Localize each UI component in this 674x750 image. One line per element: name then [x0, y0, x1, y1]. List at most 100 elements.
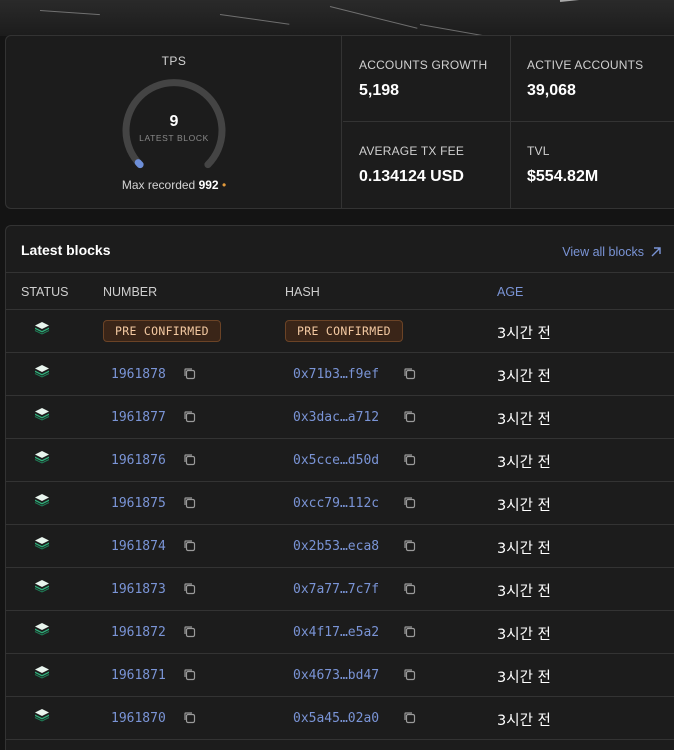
block-hash-link[interactable]: 0x5cce…d50d: [293, 453, 379, 468]
metric-tvl: TVL $554.82M: [511, 122, 674, 208]
block-hash-link[interactable]: 0x7a77…7c7f: [293, 582, 379, 597]
metric-value: 0.134124 USD: [359, 168, 464, 185]
block-hash-link[interactable]: 0xcc79…112c: [293, 496, 379, 511]
status-layers-stack-icon: [34, 665, 50, 684]
copy-hash-icon[interactable]: [403, 367, 416, 385]
block-hash-link[interactable]: 0x3dac…a712: [293, 410, 379, 425]
metric-label: ACCOUNTS GROWTH: [359, 58, 488, 72]
block-age: 3시간 전: [497, 498, 551, 514]
metric-label: TVL: [527, 144, 550, 158]
block-number-link[interactable]: 1961873: [111, 582, 166, 597]
table-row: 1961875 0xcc79…112c 3시간 전: [6, 482, 674, 525]
column-age-toggle[interactable]: AGE: [497, 285, 523, 299]
metric-accounts-growth: ACCOUNTS GROWTH 5,198: [343, 36, 511, 122]
copy-number-icon[interactable]: [183, 582, 196, 600]
metric-label: AVERAGE TX FEE: [359, 144, 465, 158]
table-row: 1961872 0x4f17…e5a2 3시간 전: [6, 611, 674, 654]
block-age: 3시간 전: [497, 627, 551, 643]
metric-active-accounts: ACTIVE ACCOUNTS 39,068: [511, 36, 674, 122]
copy-number-icon[interactable]: [183, 625, 196, 643]
table-row: 1961871 0x4673…bd47 3시간 전: [6, 654, 674, 697]
block-age: 3시간 전: [497, 412, 551, 428]
metric-value: 39,068: [527, 82, 576, 99]
max-recorded-label: Max recorded: [121, 178, 196, 192]
table-row: 1961877 0x3dac…a712 3시간 전: [6, 396, 674, 439]
view-all-blocks-label: View all blocks: [562, 245, 644, 259]
block-hash-link[interactable]: 0x4f17…e5a2: [293, 625, 379, 640]
status-layers-stack-icon: [34, 579, 50, 598]
copy-number-icon[interactable]: [183, 539, 196, 557]
copy-number-icon[interactable]: [183, 668, 196, 686]
copy-number-icon[interactable]: [183, 410, 196, 428]
pre-confirmed-badge: PRE CONFIRMED: [285, 320, 403, 342]
status-layers-stack-icon: [34, 708, 50, 727]
metric-value: $554.82M: [527, 168, 599, 185]
copy-hash-icon[interactable]: [403, 668, 416, 686]
status-layers-stack-icon: [34, 321, 50, 340]
block-age: 3시간 전: [497, 455, 551, 471]
block-number-link[interactable]: 1961877: [111, 410, 166, 425]
copy-hash-icon[interactable]: [403, 625, 416, 643]
status-layers-stack-icon: [34, 493, 50, 512]
block-hash-link[interactable]: 0x71b3…f9ef: [293, 367, 379, 382]
metric-label: ACTIVE ACCOUNTS: [527, 58, 644, 72]
status-layers-stack-icon: [34, 364, 50, 383]
block-age: 3시간 전: [497, 670, 551, 686]
pre-confirmed-badge: PRE CONFIRMED: [103, 320, 221, 342]
block-age: 3시간 전: [497, 326, 551, 342]
arrow-up-right-icon: [651, 247, 661, 257]
latest-blocks-title: Latest blocks: [21, 242, 111, 258]
copy-number-icon[interactable]: [183, 711, 196, 729]
block-number-link[interactable]: 1961876: [111, 453, 166, 468]
network-stats-panel: TPS 9 LATEST BLOCK Max recorded 992 • AC…: [5, 35, 674, 209]
block-number-link[interactable]: 1961870: [111, 711, 166, 726]
block-age: 3시간 전: [497, 584, 551, 600]
status-layers-stack-icon: [34, 407, 50, 426]
table-row: 1961878 0x71b3…f9ef 3시간 전: [6, 353, 674, 396]
copy-hash-icon[interactable]: [403, 496, 416, 514]
block-hash-link[interactable]: 0x4673…bd47: [293, 668, 379, 683]
tps-card: TPS 9 LATEST BLOCK Max recorded 992 •: [6, 36, 342, 208]
status-layers-stack-icon: [34, 536, 50, 555]
copy-hash-icon[interactable]: [403, 539, 416, 557]
copy-number-icon[interactable]: [183, 496, 196, 514]
block-age: 3시간 전: [497, 713, 551, 729]
copy-hash-icon[interactable]: [403, 711, 416, 729]
copy-number-icon[interactable]: [183, 453, 196, 471]
block-hash-link[interactable]: 0x5a45…02a0: [293, 711, 379, 726]
status-layers-stack-icon: [34, 622, 50, 641]
copy-number-icon[interactable]: [183, 367, 196, 385]
max-recorded-dot-icon: •: [221, 178, 227, 192]
tps-value: 9: [169, 113, 179, 130]
column-status: STATUS: [21, 285, 69, 299]
copy-hash-icon[interactable]: [403, 453, 416, 471]
block-hash-link[interactable]: 0x2b53…eca8: [293, 539, 379, 554]
table-row: 1961874 0x2b53…eca8 3시간 전: [6, 525, 674, 568]
block-number-link[interactable]: 1961871: [111, 668, 166, 683]
block-age: 3시간 전: [497, 541, 551, 557]
copy-hash-icon[interactable]: [403, 410, 416, 428]
max-recorded-value: 992: [198, 178, 219, 192]
column-number: NUMBER: [103, 285, 158, 299]
latest-blocks-panel: Latest blocks View all blocks STATUS NUM…: [5, 225, 674, 750]
table-row: 1961876 0x5cce…d50d 3시간 전: [6, 439, 674, 482]
table-row: 1961873 0x7a77…7c7f 3시간 전: [6, 568, 674, 611]
block-number-link[interactable]: 1961874: [111, 539, 166, 554]
metric-value: 5,198: [359, 82, 400, 99]
header-background: [0, 0, 674, 36]
copy-hash-icon[interactable]: [403, 582, 416, 600]
block-number-link[interactable]: 1961875: [111, 496, 166, 511]
tps-title: TPS: [161, 54, 187, 68]
max-recorded: Max recorded 992 •: [6, 178, 342, 192]
block-age: 3시간 전: [497, 369, 551, 385]
table-row-pending: PRE CONFIRMED PRE CONFIRMED 3시간 전: [6, 310, 674, 353]
tps-sublabel: LATEST BLOCK: [139, 133, 209, 143]
metric-average-tx-fee: AVERAGE TX FEE 0.134124 USD: [343, 122, 511, 208]
block-number-link[interactable]: 1961872: [111, 625, 166, 640]
status-layers-stack-icon: [34, 450, 50, 469]
table-row: 1961870 0x5a45…02a0 3시간 전: [6, 697, 674, 740]
blocks-table-header: STATUS NUMBER HASH AGE: [6, 272, 674, 310]
view-all-blocks-link[interactable]: View all blocks: [562, 245, 662, 259]
column-hash: HASH: [285, 285, 320, 299]
block-number-link[interactable]: 1961878: [111, 367, 166, 382]
